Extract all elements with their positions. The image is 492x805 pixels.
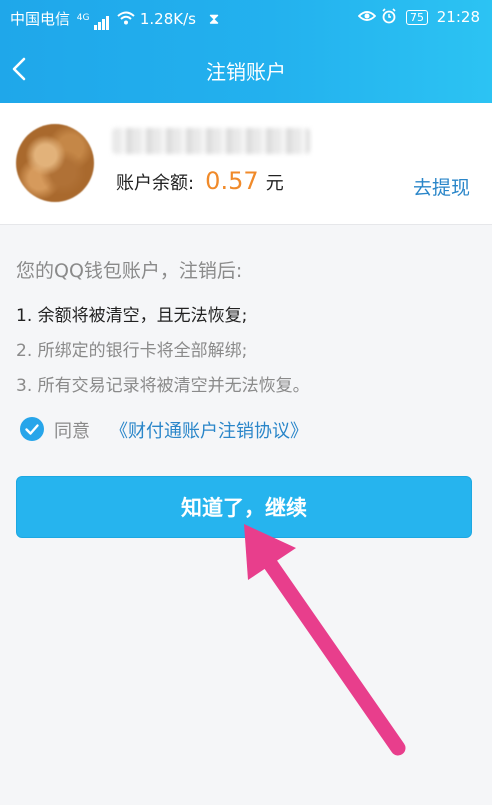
notice-item: 3. 所有交易记录将被清空并无法恢复。	[16, 376, 310, 396]
status-bar: 中国电信 4G 1.28K/s ⧗ 75 21:28	[0, 0, 492, 36]
header: 中国电信 4G 1.28K/s ⧗ 75 21:28 注销账户	[0, 0, 492, 103]
network-signal-icon: 4G	[77, 12, 110, 30]
eye-icon	[358, 8, 381, 26]
page-title: 注销账户	[206, 60, 286, 84]
notice-intro: 您的QQ钱包账户，注销后:	[16, 260, 243, 282]
agree-label: 同意	[54, 421, 90, 442]
nickname-blurred	[112, 128, 310, 154]
battery-indicator: 75	[405, 10, 428, 25]
hourglass-icon: ⧗	[208, 10, 220, 28]
balance-amount: 0.57	[205, 167, 259, 195]
wifi-icon	[117, 10, 140, 28]
network-type: 4G	[76, 13, 90, 23]
account-card: 账户余额: 0.57 元 去提现	[0, 103, 492, 225]
notice-item: 2. 所绑定的银行卡将全部解绑;	[16, 341, 248, 361]
alarm-icon	[381, 8, 402, 26]
agree-checkbox[interactable]	[20, 417, 44, 441]
clock-time: 21:28	[436, 8, 480, 26]
balance-unit: 元	[265, 173, 284, 194]
withdraw-link[interactable]: 去提现	[413, 173, 470, 200]
avatar	[16, 124, 94, 202]
agreement-link[interactable]: 《财付通账户注销协议》	[110, 417, 308, 443]
carrier-label: 中国电信	[10, 10, 71, 28]
check-icon	[25, 424, 39, 435]
continue-button[interactable]: 知道了，继续	[16, 476, 472, 538]
balance-row: 账户余额: 0.57 元	[116, 167, 284, 195]
notice-item: 1. 余额将被清空，且无法恢复;	[16, 306, 248, 326]
balance-label: 账户余额:	[116, 173, 195, 194]
nav-bar: 注销账户	[0, 36, 492, 103]
network-speed: 1.28K/s	[139, 10, 196, 28]
